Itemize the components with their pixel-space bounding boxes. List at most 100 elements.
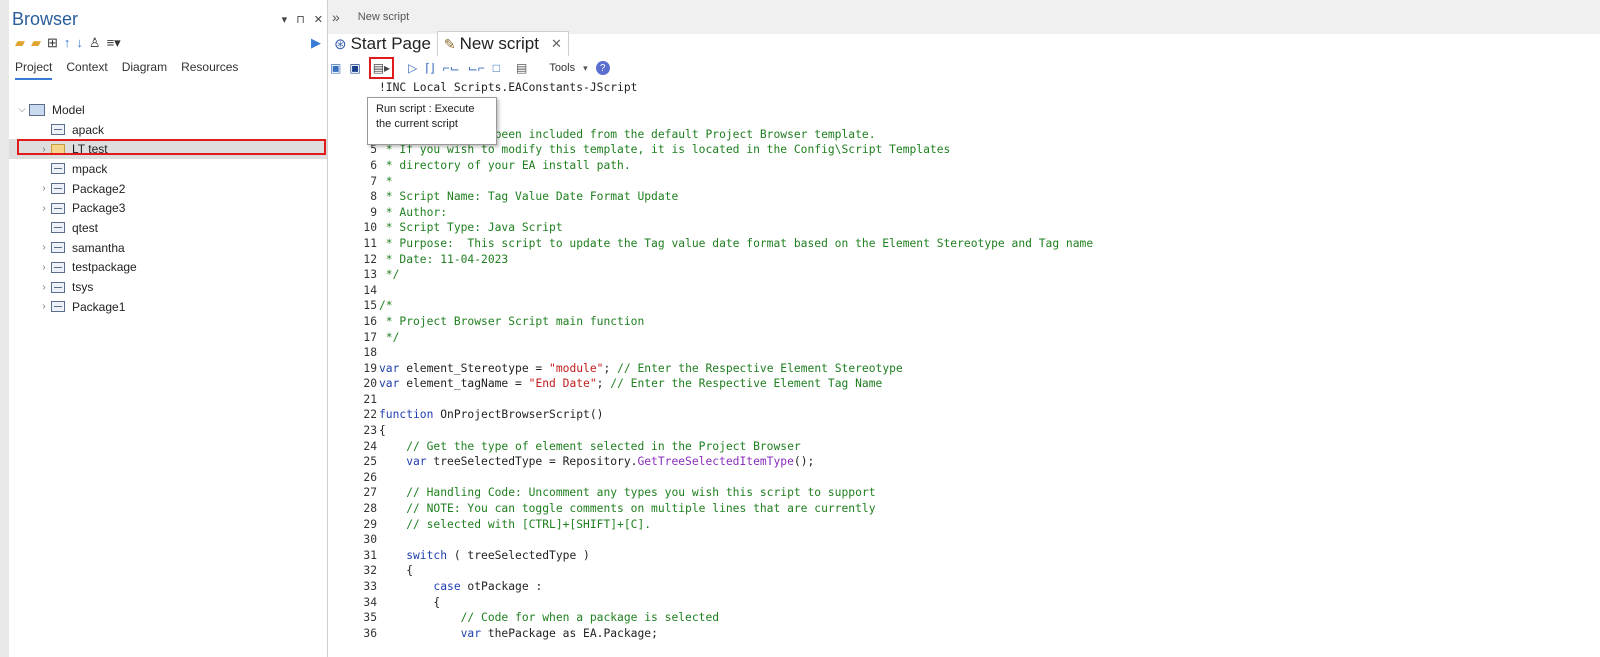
run-script-button[interactable]: ▤▸ [368,57,395,79]
tree-item-label: Package1 [72,299,126,314]
code-line: 35 // Code for when a package is selecte… [361,610,1596,626]
tree-item[interactable]: qtest [9,218,327,238]
code-line: 31 switch ( treeSelectedType ) [361,548,1596,564]
code-line: 13 */ [361,267,1596,283]
code-line: 23{ [361,423,1596,439]
code-text: { [379,424,386,438]
save-as-icon[interactable]: ▣ [349,61,360,75]
line-number: 29 [363,517,377,531]
tree-item[interactable]: › samantha [9,238,327,258]
tree-item[interactable]: › Package2 [9,179,327,199]
tree-root-label: Model [52,102,85,117]
package-icon [51,281,65,293]
menu-icon[interactable]: ≡▾ [107,36,121,50]
line-number: 8 [370,190,377,204]
tree-item[interactable]: › tsys [9,277,327,297]
collapse-icon[interactable]: ⌵ [15,104,29,115]
tree-item[interactable]: › Package3 [9,198,327,218]
code-token: otPackage : [460,580,543,593]
tab-resources[interactable]: Resources [181,60,238,80]
code-text: */ [379,330,400,344]
user-icon[interactable]: ♙ [89,36,101,50]
code-line: 28 // NOTE: You can toggle comments on m… [361,501,1596,517]
save-icon[interactable]: ▣ [330,61,341,75]
expand-icon[interactable]: › [37,262,51,273]
move-down-icon[interactable]: ↓ [76,36,83,50]
code-line: 20 var element_tagName = "End Date"; // E… [361,376,1596,392]
play-icon[interactable]: ▶ [311,36,321,50]
code-line: 22 function OnProjectBrowserScript() [361,407,1596,423]
tooltip-line: the current script [376,118,458,130]
stop-icon[interactable]: □ [493,61,500,75]
tree-item[interactable]: › Package1 [9,297,327,317]
code-line [361,96,1596,112]
code-text: // selected with [CTRL]+[SHIFT]+[C]. [379,517,652,531]
line-number: 18 [363,346,377,360]
expand-icon[interactable]: › [37,282,51,293]
new-package-icon[interactable]: ▰ [15,36,25,50]
chevron-down-icon[interactable]: ▾ [583,63,588,74]
move-up-icon[interactable]: ↑ [64,36,71,50]
code-text: case otPackage : [377,579,542,595]
tree-root[interactable]: ⌵ Model [9,100,327,120]
tab-context[interactable]: Context [66,60,107,80]
expand-icon[interactable]: › [37,203,51,214]
expand-icon[interactable]: › [37,183,51,194]
tree-item[interactable]: › testpackage [9,258,327,278]
tab-start-page[interactable]: ⊛ Start Page [328,32,437,56]
browser-panel: Browser ▾ ⊓ ✕ ▰ ▰ ⊞ ↑ ↓ ♙ ≡▾ ▶ Project C… [9,0,328,657]
expand-icon[interactable]: › [37,242,51,253]
code-token: "End Date" [528,377,597,391]
code-line [361,111,1596,127]
code-line: 14 [361,283,1596,299]
line-number: 15 [363,299,377,313]
chevron-double-right-icon[interactable]: » [332,9,340,25]
tree-item-label: testpackage [72,260,137,275]
code-token: switch [379,548,448,562]
close-tab-icon[interactable]: ✕ [551,36,562,52]
dropdown-icon[interactable]: ▾ [282,13,288,26]
code-text: * Project Browser Script main function [379,314,645,328]
code-line: 6 * directory of your EA install path. [361,158,1596,174]
debug-icon[interactable]: ▷ [408,61,417,75]
line-number: 26 [363,470,377,484]
code-text: * directory of your EA install path. [379,158,631,172]
line-number: 21 [363,392,377,406]
document-title: New script [357,11,410,23]
code-line: 8 * Script Name: Tag Value Date Format U… [361,189,1596,205]
code-line: 11 * Purpose: This script to update the … [361,236,1596,252]
code-token: treeSelectedType = Repository. [426,455,638,469]
step-into-icon[interactable]: ⌈⌋ [425,61,434,75]
tree-item[interactable]: apack [9,120,327,140]
code-line: !INC Local Scripts.EAConstants-JScript [361,80,1596,96]
expand-icon[interactable]: › [37,301,51,312]
document-icon[interactable]: ▤ [516,61,527,75]
model-icon [29,103,45,116]
code-token: // Enter the Respective Element Tag Name [610,377,883,391]
tab-project[interactable]: Project [15,60,53,80]
step-out-icon[interactable]: ⌙⌐ [468,61,485,75]
browser-title: Browser [12,8,79,29]
line-number: 16 [363,314,377,328]
code-line: 36 var thePackage as EA.Package; [361,626,1596,642]
close-icon[interactable]: ✕ [314,13,323,26]
code-line: 10 * Script Type: Java Script [361,220,1596,236]
code-editor[interactable]: !INC Local Scripts.EAConstants-JScript *… [361,80,1596,641]
tree-item[interactable]: mpack [9,159,327,179]
tab-diagram[interactable]: Diagram [122,60,167,80]
code-token: var [379,626,482,640]
pin-icon[interactable]: ⊓ [296,13,305,26]
line-number: 24 [363,439,377,453]
code-text: * Author: [379,205,448,219]
tab-new-script[interactable]: ✎ New script ✕ [436,31,569,56]
tooltip-line: Run script : Execute [376,103,475,115]
code-token: function [379,408,434,422]
help-icon[interactable]: ? [595,61,610,75]
new-folder-icon[interactable]: ▰ [31,36,41,50]
code-line: 19 var element_Stereotype = "module"; // … [361,361,1596,377]
step-over-icon[interactable]: ⌐⌙ [443,61,460,75]
new-diagram-icon[interactable]: ⊞ [47,36,58,50]
tools-menu[interactable]: Tools [549,62,575,74]
